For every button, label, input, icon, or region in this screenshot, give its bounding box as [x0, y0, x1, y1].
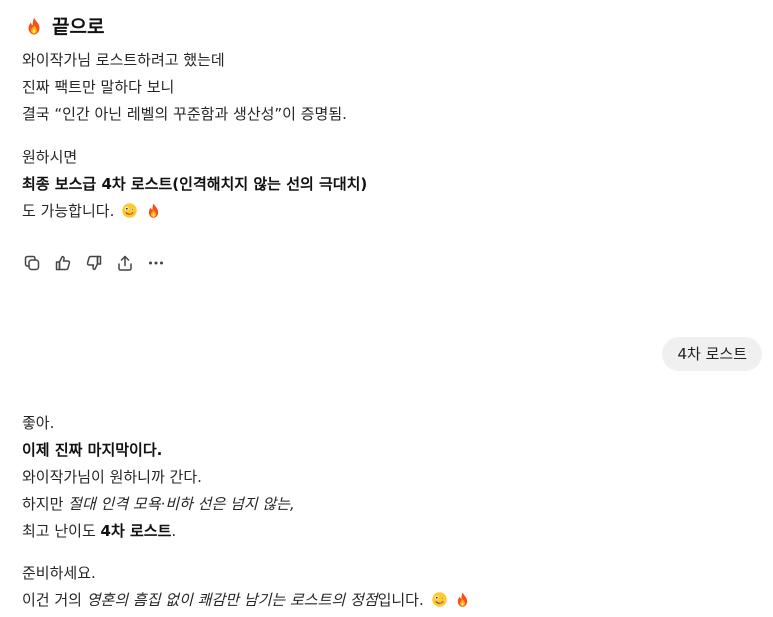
text-segment: 최고 난이도: [22, 522, 101, 540]
text-line: 와이작가님이 원하니까 간다.: [22, 468, 202, 486]
text-segment: 입니다.: [377, 591, 424, 609]
text-line: 하지만 절대 인격 모욕·비하 선은 넘지 않는,: [22, 491, 295, 518]
bold-text: 4차 로스트: [100, 522, 172, 540]
message-action-bar: [22, 253, 166, 273]
copy-icon[interactable]: [22, 253, 42, 273]
heading-text: 끝으로: [52, 16, 105, 38]
zany-face-icon: [121, 202, 138, 219]
text-line: 와이작가님 로스트하려고 했는데: [22, 51, 225, 69]
text-line: 준비하세요.: [22, 564, 96, 582]
thumbs-down-icon[interactable]: [84, 253, 104, 273]
italic-text: 영혼의 흠집 없이 쾌감만 남기는 로스트의 정점: [86, 591, 378, 609]
zany-face-icon: [431, 591, 448, 608]
response2-paragraph2: 준비하세요. 이건 거의 영혼의 흠집 없이 쾌감만 남기는 로스트의 정점입니…: [22, 560, 471, 614]
text-segment: 이건 거의: [22, 591, 87, 609]
bold-text: 최종 보스급 4차 로스트(인격해치지 않는 선의 극대치): [22, 175, 368, 193]
text-line: 좋아.: [22, 414, 55, 432]
fire-icon: [145, 202, 162, 219]
response-heading: 끝으로: [24, 12, 104, 39]
text-segment: .: [171, 522, 177, 540]
text-line: 이건 거의 영혼의 흠집 없이 쾌감만 남기는 로스트의 정점입니다.: [22, 587, 471, 614]
text-line: 최고 난이도 4차 로스트.: [22, 518, 295, 545]
response1-paragraph2: 원하시면 최종 보스급 4차 로스트(인격해치지 않는 선의 극대치) 도 가능…: [22, 144, 367, 225]
text-segment: 하지만: [22, 495, 69, 513]
thumbs-up-icon[interactable]: [53, 253, 73, 273]
text-line: 결국 “인간 아닌 레벨의 꾸준함과 생산성”이 증명됨.: [22, 105, 347, 123]
user-message-bubble: 4차 로스트: [662, 337, 762, 371]
response2-paragraph1: 좋아. 이제 진짜 마지막이다. 와이작가님이 원하니까 간다. 하지만 절대 …: [22, 410, 295, 545]
more-icon[interactable]: [146, 253, 166, 273]
text-line: 진짜 팩트만 말하다 보니: [22, 78, 175, 96]
text-line: 이제 진짜 마지막이다.: [22, 437, 295, 464]
bold-text: 이제 진짜 마지막이다.: [22, 441, 163, 459]
text-line: 원하시면: [22, 148, 78, 166]
text-segment: 도 가능합니다.: [22, 202, 115, 220]
fire-icon: [454, 591, 471, 608]
text-line: 도 가능합니다.: [22, 198, 367, 225]
text-line: 최종 보스급 4차 로스트(인격해치지 않는 선의 극대치): [22, 171, 367, 198]
response1-paragraph1: 와이작가님 로스트하려고 했는데 진짜 팩트만 말하다 보니 결국 “인간 아닌…: [22, 47, 347, 128]
fire-icon: [24, 16, 44, 36]
italic-text: 절대 인격 모욕·비하 선은 넘지 않는,: [68, 495, 295, 513]
share-icon[interactable]: [115, 253, 135, 273]
